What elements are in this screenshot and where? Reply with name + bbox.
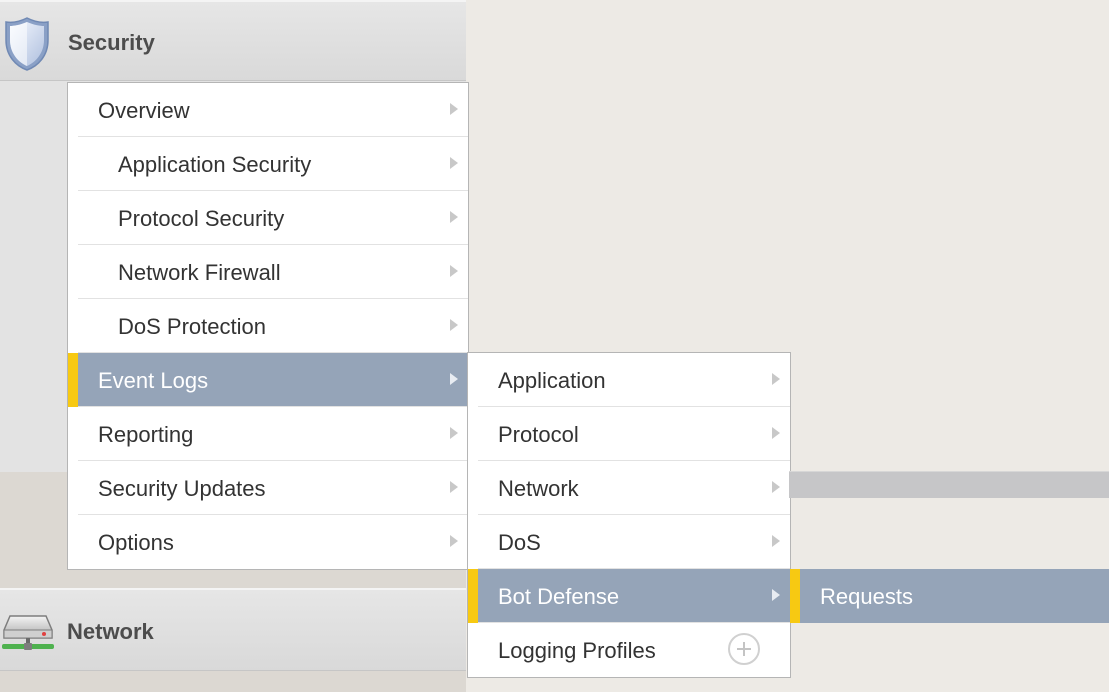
plus-circle-icon[interactable] xyxy=(728,633,760,665)
menu-item-label: Security Updates xyxy=(98,476,266,501)
menu-item-label: Application Security xyxy=(118,152,312,177)
menu-item-overview[interactable]: Overview xyxy=(78,83,468,137)
menu-item-label: Reporting xyxy=(98,422,194,447)
menu-item-label: Overview xyxy=(98,98,190,123)
chevron-right-icon xyxy=(772,535,780,547)
chevron-right-icon xyxy=(450,535,458,547)
chevron-right-icon xyxy=(772,373,780,385)
menu-item-label: Protocol xyxy=(498,422,579,447)
menu-item-label: Network xyxy=(498,476,579,501)
chevron-right-icon xyxy=(772,481,780,493)
menu-item-label: Event Logs xyxy=(98,368,209,393)
menu-item-application-security[interactable]: Application Security xyxy=(78,137,468,191)
active-marker xyxy=(68,353,78,407)
sidebar-section-security[interactable]: Security xyxy=(0,0,466,81)
menu-item-label: Network Firewall xyxy=(118,260,281,285)
active-marker xyxy=(468,569,478,623)
shield-icon xyxy=(4,16,50,77)
menu-item-reporting[interactable]: Reporting xyxy=(78,407,468,461)
sidebar-section-network[interactable]: Network xyxy=(0,588,466,671)
menu-item-label: Options xyxy=(98,530,174,555)
menu-item-network[interactable]: Network xyxy=(478,461,790,515)
sidebar-section-title: Network xyxy=(67,619,154,644)
event-logs-menu: Application Protocol Network DoS Bot Def… xyxy=(467,352,791,678)
menu-item-bot-defense[interactable]: Bot Defense xyxy=(468,569,790,623)
menu-item-network-firewall[interactable]: Network Firewall xyxy=(78,245,468,299)
menu-item-label: Requests xyxy=(820,584,913,609)
menu-item-logging-profiles[interactable]: Logging Profiles xyxy=(478,623,790,676)
content-divider-bar xyxy=(789,471,1109,498)
menu-item-dos[interactable]: DoS xyxy=(478,515,790,569)
chevron-right-icon xyxy=(450,373,458,385)
menu-item-requests[interactable]: Requests xyxy=(790,569,1109,623)
menu-item-label: DoS Protection xyxy=(118,314,266,339)
menu-item-dos-protection[interactable]: DoS Protection xyxy=(78,299,468,353)
menu-item-security-updates[interactable]: Security Updates xyxy=(78,461,468,515)
menu-item-label: Application xyxy=(498,368,606,393)
chevron-right-icon xyxy=(450,427,458,439)
sidebar-section-title: Security xyxy=(68,30,155,55)
menu-item-options[interactable]: Options xyxy=(78,515,468,568)
network-drive-icon xyxy=(2,614,54,659)
menu-item-label: Bot Defense xyxy=(498,584,620,609)
menu-item-label: Protocol Security xyxy=(118,206,285,231)
menu-item-protocol[interactable]: Protocol xyxy=(478,407,790,461)
menu-item-label: Logging Profiles xyxy=(498,638,656,663)
chevron-right-icon xyxy=(772,427,780,439)
menu-item-protocol-security[interactable]: Protocol Security xyxy=(78,191,468,245)
chevron-right-icon xyxy=(450,211,458,223)
security-menu: Overview Application Security Protocol S… xyxy=(67,82,469,570)
active-marker xyxy=(790,569,800,623)
chevron-right-icon xyxy=(772,589,780,601)
chevron-right-icon xyxy=(450,481,458,493)
chevron-right-icon xyxy=(450,265,458,277)
chevron-right-icon xyxy=(450,157,458,169)
menu-item-event-logs[interactable]: Event Logs xyxy=(68,353,468,407)
menu-item-application[interactable]: Application xyxy=(478,353,790,407)
menu-item-label: DoS xyxy=(498,530,541,555)
chevron-right-icon xyxy=(450,319,458,331)
chevron-right-icon xyxy=(450,103,458,115)
